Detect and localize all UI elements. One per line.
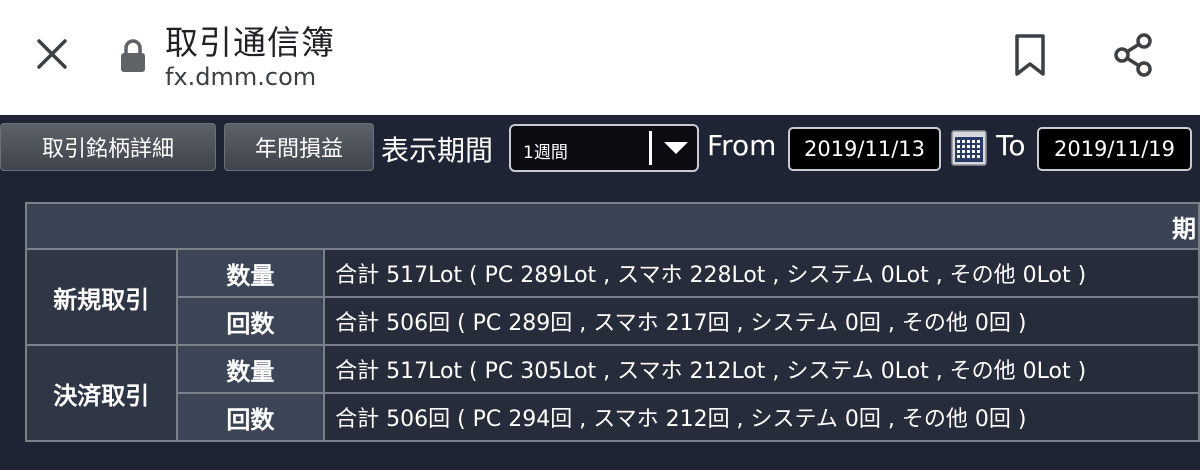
- row-value: 合計 506回 ( PC 289回 , スマホ 217回 , システム 0回 ,…: [323, 296, 1200, 346]
- period-select[interactable]: 1週間: [509, 124, 699, 172]
- period-select-value: 1週間: [523, 143, 568, 163]
- table-row: 回数 合計 506回 ( PC 289回 , スマホ 217回 , システム 0…: [26, 296, 1200, 346]
- select-divider: [649, 131, 652, 165]
- toolbar: 取引銘柄詳細 年間損益 表示期間 1週間 From 2019/11/13 To …: [0, 115, 1200, 181]
- table-row: 新規取引 数量 合計 517Lot ( PC 289Lot , スマホ 228L…: [25, 248, 1200, 346]
- row-value: 合計 506回 ( PC 294回 , スマホ 212回 , システム 0回 ,…: [323, 392, 1200, 442]
- trade-stats-table: 期 新規取引 数量 合計 517Lot ( PC 289Lot , スマホ 22…: [25, 202, 1200, 442]
- period-header: 期: [1172, 214, 1196, 243]
- row-label: 回数: [175, 392, 326, 442]
- calendar-icon[interactable]: [951, 129, 987, 167]
- to-date-input[interactable]: 2019/11/19: [1037, 127, 1192, 171]
- trade-symbol-detail-button[interactable]: 取引銘柄詳細: [0, 123, 216, 171]
- from-label: From: [707, 129, 777, 162]
- lock-icon: [121, 39, 145, 72]
- chevron-down-icon: [664, 142, 688, 154]
- settlement-trade-group-label: 決済取引: [25, 344, 178, 442]
- share-icon[interactable]: [1108, 30, 1158, 80]
- table-row: 回数 合計 506回 ( PC 294回 , スマホ 212回 , システム 0…: [26, 392, 1200, 442]
- table-row: 決済取引 数量 合計 517Lot ( PC 305Lot , スマホ 212L…: [25, 344, 1200, 442]
- annual-pnl-button[interactable]: 年間損益: [224, 123, 374, 171]
- row-value: 合計 517Lot ( PC 289Lot , スマホ 228Lot , システ…: [323, 248, 1200, 298]
- new-trade-group-label: 新規取引: [25, 248, 178, 346]
- row-label: 数量: [175, 344, 326, 394]
- close-icon[interactable]: [30, 32, 74, 76]
- table-header-cell: 期: [25, 202, 1200, 250]
- page-url[interactable]: fx.dmm.com: [165, 63, 316, 91]
- period-label: 表示期間: [381, 134, 494, 167]
- page-title: 取引通信簿: [165, 23, 335, 62]
- row-label: 回数: [175, 296, 326, 346]
- row-label: 数量: [175, 248, 326, 298]
- browser-top-bar: 取引通信簿 fx.dmm.com: [0, 0, 1200, 115]
- bookmark-icon[interactable]: [1008, 30, 1052, 80]
- table-header-row: 期: [25, 202, 1200, 250]
- from-date-input[interactable]: 2019/11/13: [788, 127, 941, 171]
- row-value: 合計 517Lot ( PC 305Lot , スマホ 212Lot , システ…: [323, 344, 1200, 394]
- to-label: To: [996, 129, 1026, 162]
